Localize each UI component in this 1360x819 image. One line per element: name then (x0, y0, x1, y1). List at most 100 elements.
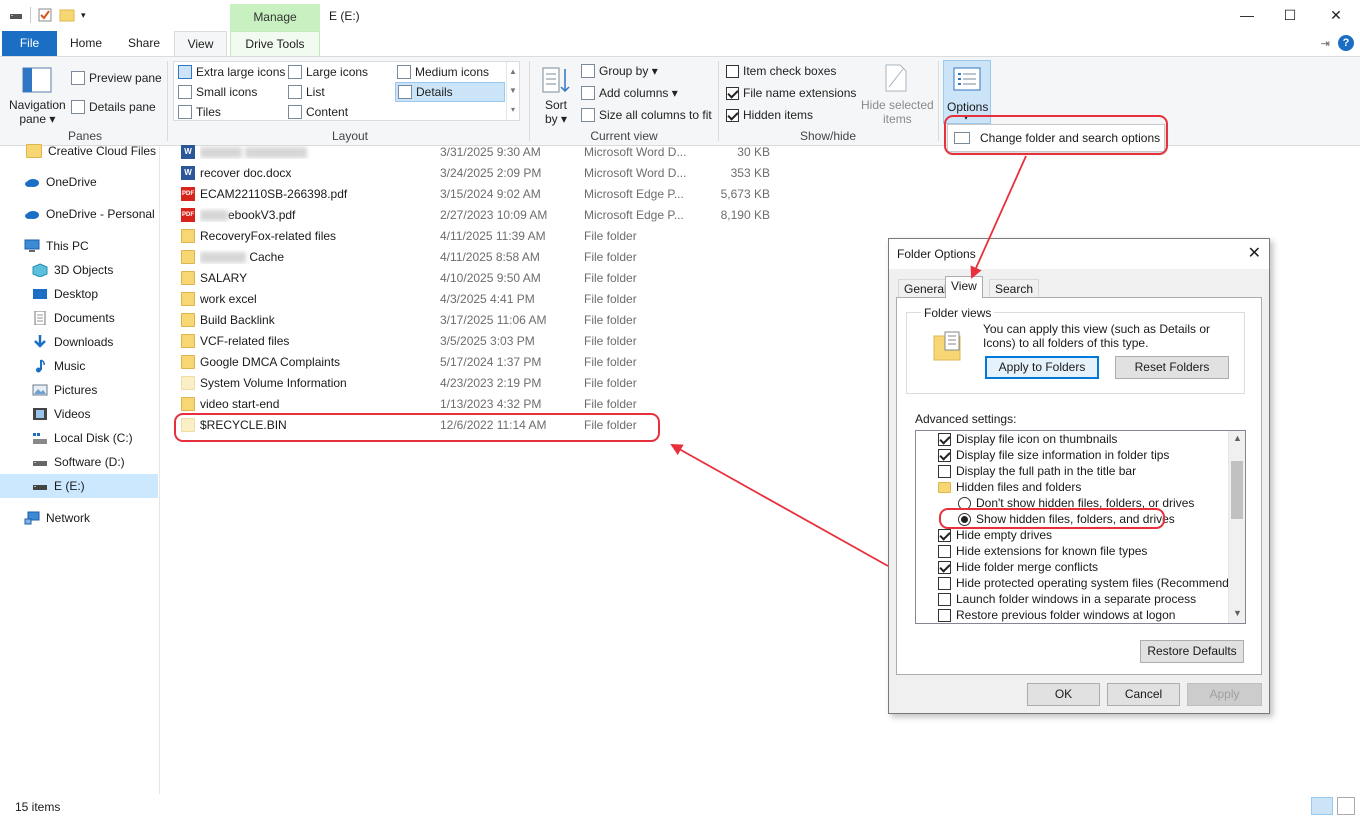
large-icons-view-icon[interactable] (1337, 797, 1355, 815)
nav-item-network[interactable]: Network (0, 506, 158, 530)
nav-item-onedrive[interactable]: OneDrive (0, 170, 158, 194)
tab-share[interactable]: Share (118, 31, 170, 56)
layout-content[interactable]: Content (288, 105, 348, 119)
cancel-button[interactable]: Cancel (1107, 683, 1180, 706)
layout-extra-large-icons[interactable]: Extra large icons (178, 65, 285, 79)
manage-contextual-tab[interactable]: Manage (230, 4, 320, 31)
restore-defaults-button[interactable]: Restore Defaults (1140, 640, 1244, 663)
hide-selected-items-button[interactable]: Hide selected items (861, 98, 934, 126)
apply-button[interactable]: Apply (1187, 683, 1262, 706)
pin-ribbon-icon[interactable]: ⇥ (1321, 37, 1330, 50)
table-row[interactable]: W recover doc.docx 3/24/2025 2:09 PM Mic… (177, 163, 777, 184)
list-item[interactable]: Hide protected operating system files (R… (938, 575, 1245, 591)
dont-show-hidden-radio[interactable] (958, 496, 971, 510)
list-item[interactable]: Don't show hidden files, folders, or dri… (958, 495, 1194, 511)
tab-drive-tools[interactable]: Drive Tools (230, 31, 320, 56)
layout-gallery-scroller[interactable]: ▲ ▼ ▾ (506, 62, 519, 120)
table-row[interactable]: RecoveryFox-related files 4/11/2025 11:3… (177, 226, 777, 247)
list-item[interactable]: Display file icon on thumbnails (938, 431, 1117, 447)
hide-merge-conflicts-checkbox[interactable] (938, 560, 951, 574)
nav-item-pictures[interactable]: Pictures (0, 378, 158, 402)
advanced-settings-scrollbar[interactable]: ▲ ▼ (1228, 431, 1245, 623)
nav-item-videos[interactable]: Videos (0, 402, 158, 426)
nav-item-this-pc[interactable]: This PC (0, 234, 158, 258)
tab-file[interactable]: File (2, 31, 57, 56)
nav-item-onedrive-personal[interactable]: OneDrive - Personal (0, 202, 158, 226)
dialog-tab-search[interactable]: Search (989, 279, 1040, 297)
preview-pane-button[interactable]: Preview pane (71, 71, 162, 85)
list-item[interactable]: Hide folder merge conflicts (938, 559, 1098, 575)
list-item[interactable]: Hide extensions for known file types (938, 543, 1147, 559)
layout-list[interactable]: List (288, 85, 325, 99)
nav-item-music[interactable]: Music (0, 354, 158, 378)
table-row[interactable]: SALARY 4/10/2025 9:50 AM File folder (177, 268, 777, 289)
show-hidden-radio[interactable] (958, 512, 971, 526)
navigation-pane-icon[interactable] (22, 67, 52, 93)
table-row[interactable]: video start-end 1/13/2023 4:32 PM File f… (177, 394, 777, 415)
layout-medium-icons[interactable]: Medium icons (397, 65, 489, 79)
nav-item-software-d[interactable]: Software (D:) (0, 450, 158, 474)
table-row[interactable]: PDF ebookV3.pdf 2/27/2023 10:09 AM Micro… (177, 205, 777, 226)
scroll-thumb[interactable] (1231, 461, 1243, 519)
restore-windows-checkbox[interactable] (938, 608, 951, 622)
options-button[interactable]: Options ▾ (943, 60, 991, 124)
table-row[interactable]: Cache 4/11/2025 8:58 AM File folder (177, 247, 777, 268)
layout-large-icons[interactable]: Large icons (288, 65, 368, 79)
list-item[interactable]: Show hidden files, folders, and drives (958, 511, 1175, 527)
display-file-icon-checkbox[interactable] (938, 432, 951, 446)
close-button[interactable]: ✕ (1313, 4, 1359, 28)
nav-item-3d-objects[interactable]: 3D Objects (0, 258, 158, 282)
navigation-pane-button[interactable]: Navigation pane ▾ (9, 98, 66, 126)
table-row[interactable]: PDF ECAM22110SB-266398.pdf 3/15/2024 9:0… (177, 184, 777, 205)
details-pane-button[interactable]: Details pane (71, 100, 156, 114)
list-item[interactable]: Restore previous folder windows at logon (938, 607, 1175, 623)
hidden-items-checkbox[interactable] (726, 108, 739, 122)
hidden-items-option[interactable]: Hidden items (726, 108, 813, 122)
list-item[interactable]: Display the full path in the title bar (938, 463, 1136, 479)
drive-icon[interactable] (8, 7, 24, 23)
reset-folders-button[interactable]: Reset Folders (1115, 356, 1229, 379)
hide-protected-files-checkbox[interactable] (938, 576, 951, 590)
nav-item-creative-cloud[interactable]: Creative Cloud Files F (0, 139, 158, 163)
new-folder-icon[interactable] (59, 7, 75, 23)
hide-extensions-checkbox[interactable] (938, 544, 951, 558)
list-item[interactable]: Display file size information in folder … (938, 447, 1169, 463)
change-folder-search-options-item[interactable]: Change folder and search options (980, 131, 1160, 145)
maximize-button[interactable]: ☐ (1267, 4, 1313, 28)
file-name-extensions-option[interactable]: File name extensions (726, 86, 856, 100)
table-row[interactable]: Build Backlink 3/17/2025 11:06 AM File f… (177, 310, 777, 331)
table-row[interactable]: VCF-related files 3/5/2025 3:03 PM File … (177, 331, 777, 352)
nav-item-documents[interactable]: Documents (0, 306, 158, 330)
scroll-up-icon[interactable]: ▲ (1229, 433, 1245, 443)
list-item[interactable]: Launch folder windows in a separate proc… (938, 591, 1196, 607)
scroll-down-icon[interactable]: ▼ (1229, 608, 1245, 618)
size-columns-button[interactable]: Size all columns to fit (581, 108, 712, 122)
add-columns-button[interactable]: Add columns ▾ (581, 86, 678, 100)
display-file-size-checkbox[interactable] (938, 448, 951, 462)
properties-icon[interactable] (37, 7, 53, 23)
nav-item-e-drive[interactable]: E (E:) (0, 474, 158, 498)
dialog-tab-view[interactable]: View (945, 276, 983, 298)
hide-empty-drives-checkbox[interactable] (938, 528, 951, 542)
file-name-extensions-checkbox[interactable] (726, 86, 739, 100)
layout-details[interactable]: Details (395, 82, 505, 102)
table-row[interactable]: $RECYCLE.BIN 12/6/2022 11:14 AM File fol… (177, 415, 777, 436)
layout-small-icons[interactable]: Small icons (178, 85, 257, 99)
apply-to-folders-button[interactable]: Apply to Folders (985, 356, 1099, 379)
group-by-button[interactable]: Group by ▾ (581, 64, 658, 78)
minimize-button[interactable]: — (1224, 4, 1270, 28)
table-row[interactable]: Google DMCA Complaints 5/17/2024 1:37 PM… (177, 352, 777, 373)
nav-item-local-disk-c[interactable]: Local Disk (C:) (0, 426, 158, 450)
list-item[interactable]: Hide empty drives (938, 527, 1052, 543)
details-view-icon[interactable] (1311, 797, 1333, 815)
layout-tiles[interactable]: Tiles (178, 105, 221, 119)
customize-qat-icon[interactable]: ▾ (81, 10, 86, 21)
item-check-boxes-checkbox[interactable] (726, 64, 739, 78)
table-row[interactable]: System Volume Information 4/23/2023 2:19… (177, 373, 777, 394)
display-full-path-checkbox[interactable] (938, 464, 951, 478)
nav-item-desktop[interactable]: Desktop (0, 282, 158, 306)
tab-view[interactable]: View (174, 31, 227, 56)
ok-button[interactable]: OK (1027, 683, 1100, 706)
dialog-close-icon[interactable]: ✕ (1248, 243, 1261, 263)
sort-icon[interactable] (541, 65, 571, 95)
